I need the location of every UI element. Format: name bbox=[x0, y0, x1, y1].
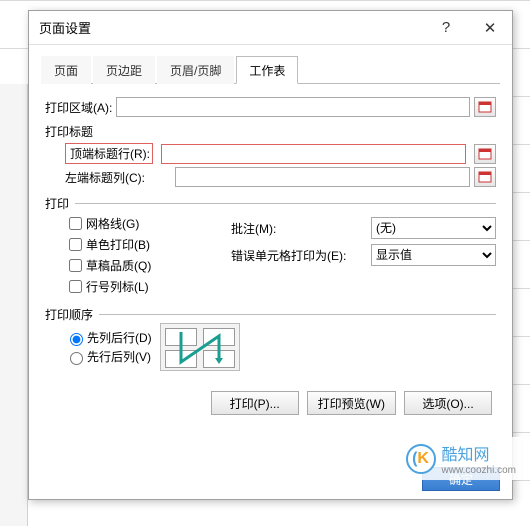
draft-label: 草稿品质(Q) bbox=[86, 257, 151, 274]
print-area-row: 打印区域(A): bbox=[45, 97, 496, 117]
down-then-over-label: 先列后行(D) bbox=[87, 329, 152, 346]
top-title-row-highlight: 顶端标题行(R): bbox=[65, 143, 153, 164]
top-title-row-label: 顶端标题行(R): bbox=[70, 145, 150, 162]
watermark-brand: 酷知网 bbox=[442, 447, 490, 464]
black-white-checkbox[interactable] bbox=[69, 238, 82, 251]
draft-checkbox[interactable] bbox=[69, 259, 82, 272]
print-order-graphic bbox=[160, 323, 240, 371]
tab-header-footer[interactable]: 页眉/页脚 bbox=[157, 56, 234, 84]
tab-margins[interactable]: 页边距 bbox=[93, 56, 155, 84]
divider bbox=[99, 314, 496, 315]
errors-select[interactable]: 显示值 bbox=[371, 244, 496, 266]
top-title-row-input[interactable] bbox=[161, 144, 466, 164]
tab-page[interactable]: 页面 bbox=[41, 56, 91, 84]
divider bbox=[75, 203, 496, 204]
help-button[interactable]: ? bbox=[424, 11, 468, 45]
left-title-col-input[interactable] bbox=[175, 167, 470, 187]
over-then-down-radio[interactable] bbox=[70, 352, 83, 365]
comments-select[interactable]: (无) bbox=[371, 217, 496, 239]
titlebar: 页面设置 ? ✕ bbox=[29, 11, 512, 45]
row-col-headings-label: 行号列标(L) bbox=[86, 278, 149, 295]
watermark: (K 酷知网 www.coozhi.com bbox=[400, 437, 522, 480]
errors-label: 错误单元格打印为(E): bbox=[231, 247, 371, 264]
close-button[interactable]: ✕ bbox=[468, 11, 512, 45]
print-order-group-label: 打印顺序 bbox=[45, 306, 93, 323]
gridlines-label: 网格线(G) bbox=[86, 215, 139, 232]
tab-sheet[interactable]: 工作表 bbox=[236, 56, 298, 84]
print-preview-button[interactable]: 打印预览(W) bbox=[307, 391, 396, 415]
gridlines-checkbox[interactable] bbox=[69, 217, 82, 230]
comments-label: 批注(M): bbox=[231, 220, 371, 237]
print-titles-group-label: 打印标题 bbox=[45, 123, 496, 140]
left-title-col-collapse-icon[interactable] bbox=[474, 167, 496, 187]
watermark-logo-icon: (K bbox=[406, 444, 436, 474]
print-area-input[interactable] bbox=[116, 97, 470, 117]
page-setup-dialog: 页面设置 ? ✕ 页面 页边距 页眉/页脚 工作表 打印区域(A): 打印标题 … bbox=[28, 10, 513, 500]
over-then-down-label: 先行后列(V) bbox=[87, 348, 151, 365]
print-area-collapse-icon[interactable] bbox=[474, 97, 496, 117]
print-button[interactable]: 打印(P)... bbox=[211, 391, 299, 415]
top-title-row-collapse-icon[interactable] bbox=[474, 144, 496, 164]
row-col-headings-checkbox[interactable] bbox=[69, 280, 82, 293]
down-then-over-radio[interactable] bbox=[70, 333, 83, 346]
black-white-label: 单色打印(B) bbox=[86, 236, 150, 253]
print-group-label: 打印 bbox=[45, 195, 69, 212]
print-area-label: 打印区域(A): bbox=[45, 99, 112, 116]
dialog-title: 页面设置 bbox=[39, 18, 424, 37]
left-title-col-label: 左端标题列(C): bbox=[65, 169, 171, 186]
tab-bar: 页面 页边距 页眉/页脚 工作表 bbox=[41, 55, 500, 84]
watermark-domain: www.coozhi.com bbox=[442, 465, 516, 476]
options-button[interactable]: 选项(O)... bbox=[404, 391, 492, 415]
